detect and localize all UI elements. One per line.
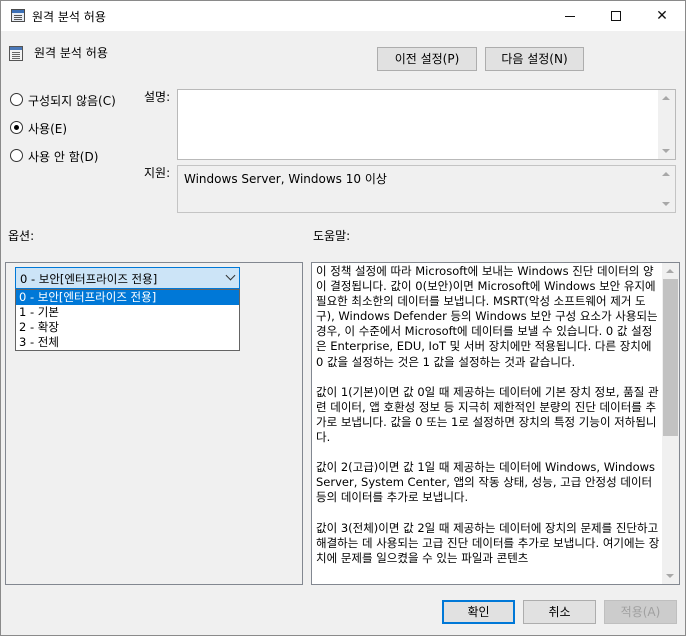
help-text: 이 정책 설정에 따라 Microsoft에 보내는 Windows 진단 데이… bbox=[316, 264, 662, 582]
dropdown-item-1[interactable]: 1 - 기본 bbox=[16, 305, 239, 320]
radio-label: 사용(E) bbox=[28, 122, 68, 136]
supported-on-box[interactable]: Windows Server, Windows 10 이상 bbox=[177, 165, 676, 213]
help-paragraph: 값이 2(고급)이면 값 1일 때 제공하는 데이터에 Windows, Win… bbox=[316, 460, 656, 505]
window-title: 원격 분석 허용 bbox=[32, 10, 106, 24]
title-bar: 원격 분석 허용 ✕ bbox=[1, 1, 685, 31]
apply-button[interactable]: 적용(A) bbox=[604, 600, 677, 624]
scroll-down-icon bbox=[666, 574, 674, 578]
help-label: 도움말: bbox=[313, 229, 351, 243]
radio-label: 사용 안 함(D) bbox=[28, 150, 99, 164]
previous-setting-button[interactable]: 이전 설정(P) bbox=[377, 47, 477, 71]
chevron-down-icon bbox=[225, 270, 236, 281]
help-paragraph: 이 정책 설정에 따라 Microsoft에 보내는 Windows 진단 데이… bbox=[316, 264, 658, 369]
options-panel: 0 - 보안[엔터프라이즈 전용] 0 - 보안[엔터프라이즈 전용] 1 - … bbox=[5, 262, 303, 585]
help-panel: 이 정책 설정에 따라 Microsoft에 보내는 Windows 진단 데이… bbox=[311, 262, 680, 585]
comment-textarea[interactable] bbox=[177, 89, 676, 160]
supported-on-text: Windows Server, Windows 10 이상 bbox=[184, 172, 387, 186]
policy-dialog: 원격 분석 허용 ✕ 원격 분석 허용 이전 설정(P) 다음 설정(N) 구성… bbox=[0, 0, 686, 636]
telemetry-level-dropdown: 0 - 보안[엔터프라이즈 전용] 1 - 기본 2 - 확장 3 - 전체 bbox=[15, 289, 240, 351]
cancel-button[interactable]: 취소 bbox=[523, 600, 596, 624]
maximize-icon bbox=[611, 11, 621, 21]
scroll-down-icon bbox=[662, 149, 670, 153]
comment-label: 설명: bbox=[144, 90, 171, 104]
options-label: 옵션: bbox=[8, 229, 35, 243]
close-button[interactable]: ✕ bbox=[639, 1, 685, 31]
scroll-down-icon bbox=[662, 202, 670, 206]
dropdown-item-2[interactable]: 2 - 확장 bbox=[16, 320, 239, 335]
radio-circle bbox=[10, 149, 23, 162]
telemetry-level-combobox[interactable]: 0 - 보안[엔터프라이즈 전용] bbox=[15, 267, 240, 289]
comment-scrollbar[interactable] bbox=[658, 90, 675, 159]
dropdown-item-0[interactable]: 0 - 보안[엔터프라이즈 전용] bbox=[16, 290, 239, 305]
minimize-icon bbox=[565, 16, 575, 17]
maximize-button[interactable] bbox=[593, 1, 639, 31]
radio-circle bbox=[10, 121, 23, 134]
policy-app-icon bbox=[11, 9, 25, 22]
next-setting-button[interactable]: 다음 설정(N) bbox=[485, 47, 584, 71]
scrollbar-thumb[interactable] bbox=[663, 279, 678, 436]
policy-setting-icon bbox=[9, 46, 23, 61]
scroll-up-icon bbox=[662, 96, 670, 100]
supported-label: 지원: bbox=[144, 166, 171, 180]
ok-button[interactable]: 확인 bbox=[442, 600, 515, 624]
help-paragraph: 값이 3(전체)이면 값 2일 때 제공하는 데이터에 장치의 문제를 진단하고… bbox=[316, 520, 660, 565]
scroll-up-icon bbox=[666, 269, 674, 273]
dropdown-item-3[interactable]: 3 - 전체 bbox=[16, 335, 239, 350]
help-paragraph: 값이 1(기본)이면 값 0일 때 제공하는 데이터에 기본 장치 정보, 품질… bbox=[316, 384, 659, 445]
combobox-value: 0 - 보안[엔터프라이즈 전용] bbox=[20, 272, 158, 286]
radio-selected-dot bbox=[14, 125, 19, 130]
help-scrollbar[interactable] bbox=[662, 263, 679, 584]
minimize-button[interactable] bbox=[547, 1, 593, 31]
radio-circle bbox=[10, 93, 23, 106]
supported-scrollbar[interactable] bbox=[658, 166, 675, 212]
close-icon: ✕ bbox=[656, 8, 668, 24]
policy-title: 원격 분석 허용 bbox=[34, 46, 108, 60]
scroll-up-icon bbox=[662, 172, 670, 176]
radio-label: 구성되지 않음(C) bbox=[28, 94, 116, 108]
